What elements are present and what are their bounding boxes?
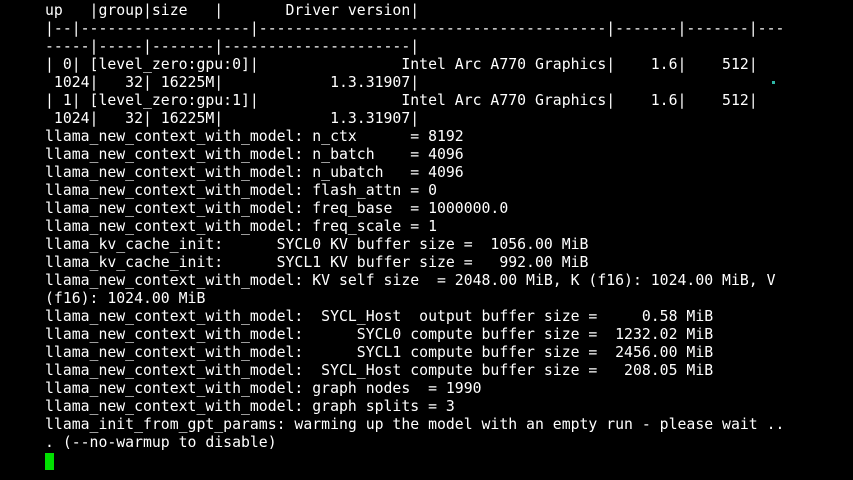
terminal-window[interactable]: up |group|size | Driver version| |--|---… — [0, 0, 853, 480]
terminal-line: llama_new_context_with_model: KV self si… — [45, 272, 776, 289]
terminal-line: llama_new_context_with_model: n_ctx = 81… — [45, 128, 464, 145]
terminal-line: llama_new_context_with_model: flash_attn… — [45, 182, 437, 199]
terminal-line: . (--no-warmup to disable) — [45, 434, 277, 451]
terminal-cursor[interactable] — [45, 453, 54, 470]
terminal-line: up |group|size | Driver version| — [45, 2, 420, 19]
terminal-line: llama_new_context_with_model: SYCL0 comp… — [45, 326, 714, 343]
terminal-line: 1024| 32| 16225M| 1.3.31907| — [45, 110, 420, 127]
terminal-line: llama_new_context_with_model: SYCL_Host … — [45, 308, 714, 325]
terminal-line: llama_new_context_with_model: n_batch = … — [45, 146, 464, 163]
mouse-pointer-icon — [772, 81, 775, 84]
terminal-line: llama_kv_cache_init: SYCL1 KV buffer siz… — [45, 254, 589, 271]
terminal-line: llama_new_context_with_model: graph spli… — [45, 398, 455, 415]
terminal-line: (f16): 1024.00 MiB — [45, 290, 206, 307]
terminal-line: | 1| [level_zero:gpu:1]| Intel Arc A770 … — [45, 92, 758, 109]
terminal-line: llama_new_context_with_model: SYCL_Host … — [45, 362, 714, 379]
terminal-line: llama_new_context_with_model: freq_base … — [45, 200, 509, 217]
terminal-line: |--|-------------------|----------------… — [45, 20, 785, 37]
terminal-line: llama_new_context_with_model: SYCL1 comp… — [45, 344, 714, 361]
terminal-line: llama_new_context_with_model: graph node… — [45, 380, 482, 397]
terminal-line: llama_init_from_gpt_params: warming up t… — [45, 416, 785, 433]
terminal-line: llama_new_context_with_model: freq_scale… — [45, 218, 437, 235]
terminal-line: llama_kv_cache_init: SYCL0 KV buffer siz… — [45, 236, 589, 253]
terminal-output: up |group|size | Driver version| |--|---… — [45, 2, 784, 470]
terminal-line: | 0| [level_zero:gpu:0]| Intel Arc A770 … — [45, 56, 758, 73]
terminal-line: llama_new_context_with_model: n_ubatch =… — [45, 164, 464, 181]
terminal-line: 1024| 32| 16225M| 1.3.31907| — [45, 74, 420, 91]
terminal-line: -----|-----|-------|--------------------… — [45, 38, 420, 55]
